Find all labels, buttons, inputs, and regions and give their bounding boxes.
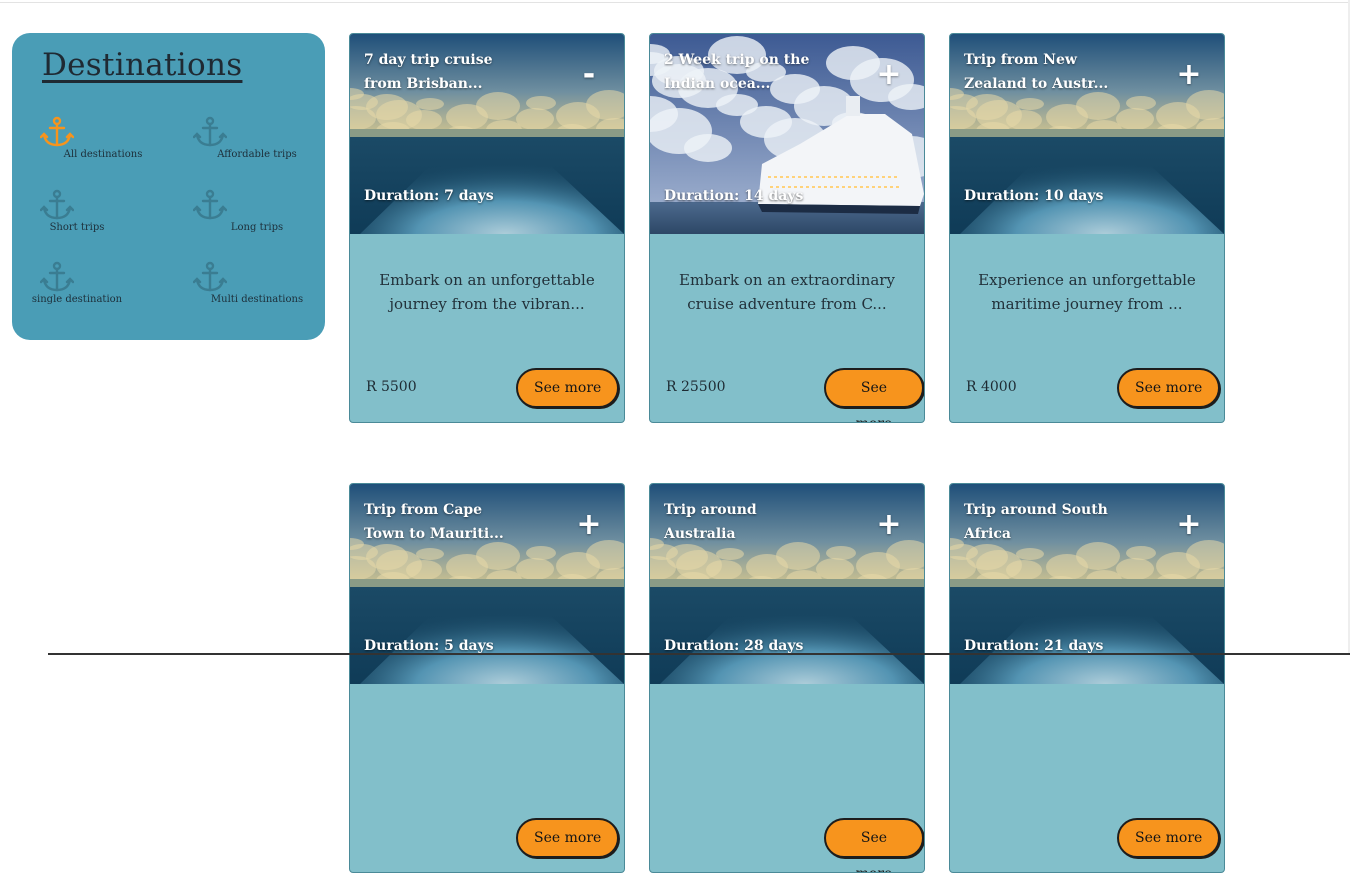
filter-label: All destinations <box>63 149 143 160</box>
filter-long-trips[interactable]: Long trips <box>179 188 319 248</box>
anchor-icon <box>192 260 228 294</box>
trip-title: Trip from Cape Town to Mauriti... <box>364 502 504 542</box>
see-more-button[interactable]: See more <box>1117 368 1221 408</box>
filter-label: Long trips <box>230 222 284 233</box>
expand-toggle[interactable]: + <box>1174 510 1204 540</box>
trip-duration: Duration: 21 days <box>964 638 1104 654</box>
trip-price: R 4000 <box>966 379 1017 395</box>
trip-duration: Duration: 14 days <box>664 188 804 204</box>
see-more-button[interactable]: See more <box>824 818 924 872</box>
trip-title: Trip around Australia <box>664 502 757 542</box>
trip-description: Embark on an extraordinary cruise advent… <box>679 271 895 313</box>
see-more-button[interactable]: See more <box>824 368 924 422</box>
top-divider <box>0 2 1350 3</box>
trip-duration: Duration: 10 days <box>964 188 1104 204</box>
filter-label: single destination <box>31 294 123 305</box>
filter-all-destinations[interactable]: All destinations <box>26 115 166 175</box>
filter-label: Affordable trips <box>217 149 297 160</box>
filter-single-destination[interactable]: single destination <box>26 260 166 320</box>
anchor-icon <box>39 260 75 294</box>
trip-title: 2 Week trip on the Indian ocea... <box>664 52 810 92</box>
anchor-icon <box>39 188 75 222</box>
see-more-button[interactable]: See more <box>1117 818 1221 858</box>
expand-toggle[interactable]: + <box>874 60 904 90</box>
trip-card: Trip from Cape Town to Mauriti... + Dura… <box>349 483 625 873</box>
see-more-button[interactable]: See more <box>516 368 620 408</box>
filter-label: Multi destinations <box>210 294 304 305</box>
trip-card: Trip around Australia + Duration: 28 day… <box>649 483 925 873</box>
trip-card: Trip around South Africa + Duration: 21 … <box>949 483 1225 873</box>
destinations-sidebar: Destinations All destinations Affordable… <box>12 33 325 340</box>
filter-short-trips[interactable]: Short trips <box>26 188 166 248</box>
trip-card: Trip from New Zealand to Austr... + Dura… <box>949 33 1225 423</box>
expand-toggle[interactable]: + <box>874 510 904 540</box>
anchor-icon <box>39 115 75 149</box>
trip-title: Trip around South Africa <box>964 502 1108 542</box>
trip-description: Experience an unforgettable maritime jou… <box>978 271 1196 313</box>
trip-price: R 5500 <box>366 379 417 395</box>
anchor-icon <box>192 115 228 149</box>
trip-card: 2 Week trip on the Indian ocea... + Dura… <box>649 33 925 423</box>
trip-description: Embark on an unforgettable journey from … <box>379 271 595 313</box>
trip-duration: Duration: 5 days <box>364 638 494 654</box>
trip-duration: Duration: 7 days <box>364 188 494 204</box>
filter-multi-destinations[interactable]: Multi destinations <box>179 260 319 320</box>
trip-title: 7 day trip cruise from Brisban... <box>364 52 493 92</box>
trip-duration: Duration: 28 days <box>664 638 804 654</box>
collapse-toggle[interactable]: - <box>574 60 604 90</box>
anchor-icon <box>192 188 228 222</box>
expand-toggle[interactable]: + <box>574 510 604 540</box>
see-more-button[interactable]: See more <box>516 818 620 858</box>
filter-label: Short trips <box>49 222 105 233</box>
trip-price: R 25500 <box>666 379 726 395</box>
trip-title: Trip from New Zealand to Austr... <box>964 52 1109 92</box>
filter-affordable-trips[interactable]: Affordable trips <box>179 115 319 175</box>
expand-toggle[interactable]: + <box>1174 60 1204 90</box>
sidebar-title: Destinations <box>42 47 243 83</box>
trip-card: 7 day trip cruise from Brisban... - Dura… <box>349 33 625 423</box>
